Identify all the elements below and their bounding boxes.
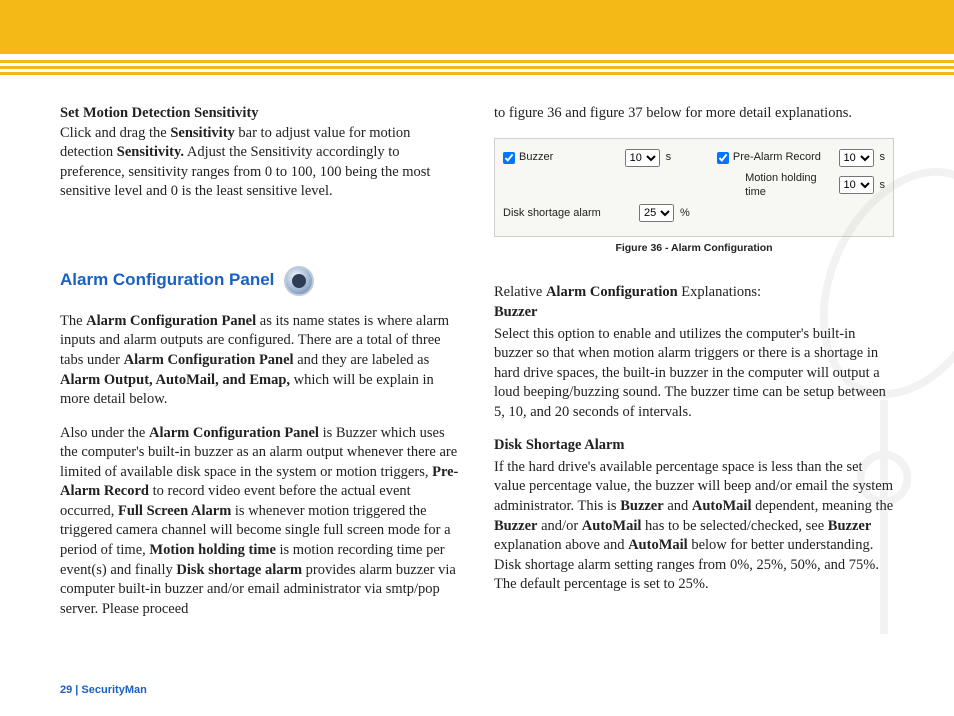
buzzer-checkbox-label[interactable]: Buzzer [503,150,619,165]
left-column: Set Motion Detection Sensitivity Click a… [60,104,460,633]
disk-shortage-paragraph: If the hard drive's available percentage… [494,458,894,595]
alarm-config-heading: Alarm Configuration Panel [60,266,460,296]
disk-shortage-label: Disk shortage alarm [503,206,633,221]
pre-alarm-checkbox[interactable] [717,152,729,164]
motion-holding-select[interactable]: 10 [839,176,874,194]
pre-alarm-checkbox-label[interactable]: Pre-Alarm Record [717,150,833,165]
pre-alarm-seconds-select[interactable]: 10 [839,149,874,167]
continuation-paragraph: to figure 36 and figure 37 below for mor… [494,104,894,124]
alarm-config-intro-paragraph: The Alarm Configuration Panel as its nam… [60,312,460,410]
buzzer-checkbox[interactable] [503,152,515,164]
header-yellow-band [0,0,954,54]
buzzer-seconds-select[interactable]: 10 [625,149,660,167]
set-motion-paragraph: Set Motion Detection Sensitivity Click a… [60,104,460,202]
alarm-bell-icon [284,266,314,296]
header-rule-lines [0,54,954,80]
motion-holding-label: Motion holding time [745,171,832,201]
alarm-config-details-paragraph: Also under the Alarm Configuration Panel… [60,424,460,620]
disk-shortage-heading: Disk Shortage Alarm [494,436,894,456]
right-column: to figure 36 and figure 37 below for mor… [494,104,894,633]
page-footer: 29 | SecurityMan [60,683,147,698]
figure-36-caption: Figure 36 - Alarm Configuration [494,241,894,255]
figure-36-panel: Buzzer 10 s Pre-Alarm Record 10 s Motion… [494,138,894,238]
disk-shortage-select[interactable]: 25 [639,204,674,222]
relative-explanations-line: Relative Alarm Configuration Explanation… [494,283,894,322]
buzzer-explanation-paragraph: Select this option to enable and utilize… [494,325,894,423]
